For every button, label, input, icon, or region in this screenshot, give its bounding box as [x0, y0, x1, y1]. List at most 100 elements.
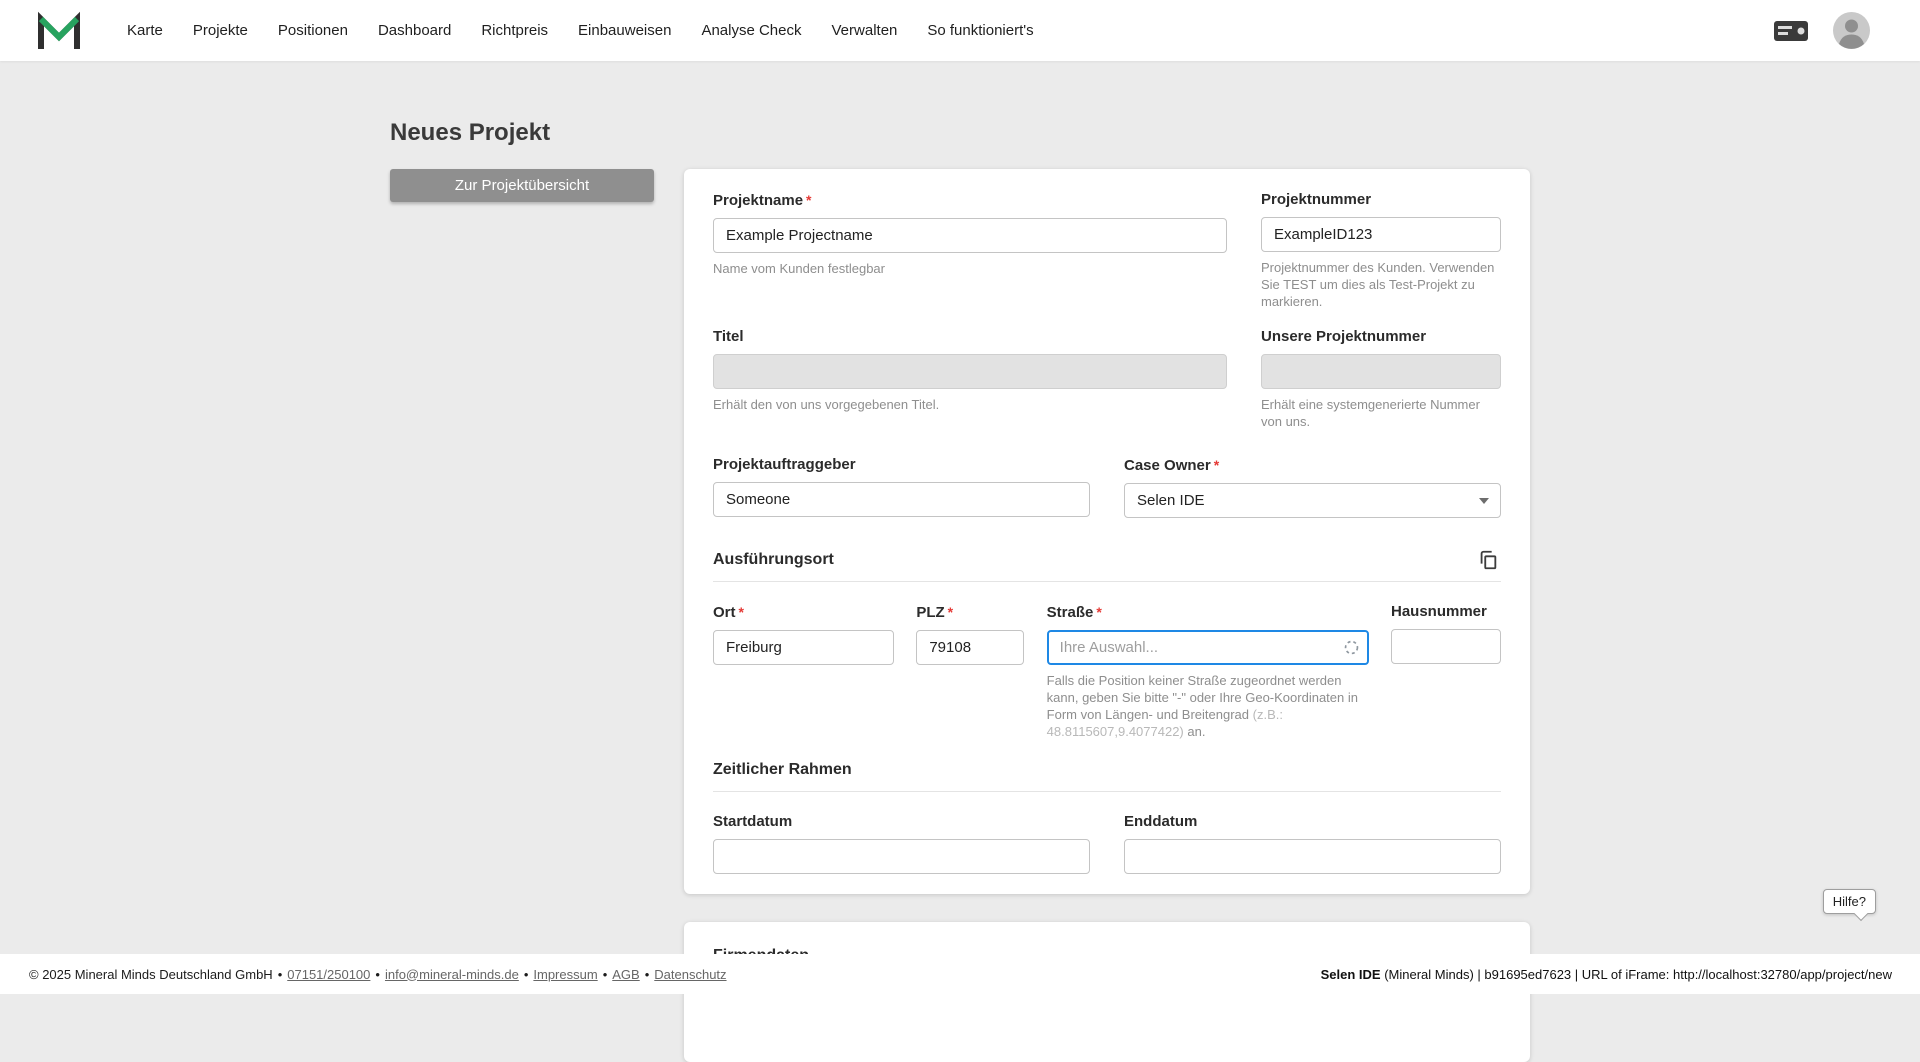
- ort-input[interactable]: [713, 630, 894, 665]
- hausnummer-label-text: Hausnummer: [1391, 603, 1487, 620]
- page-title: Neues Projekt: [390, 118, 1530, 148]
- hausnummer-label: Hausnummer: [1391, 603, 1501, 621]
- separator: •: [645, 967, 650, 982]
- ort-label-text: Ort: [713, 604, 736, 621]
- case-owner-label: Case Owner*: [1124, 456, 1501, 475]
- strasse-helper-suffix: an.: [1184, 724, 1206, 739]
- nav-item-karte[interactable]: Karte: [127, 22, 163, 39]
- separator: •: [375, 967, 380, 982]
- nav-item-verwalten[interactable]: Verwalten: [832, 22, 898, 39]
- case-owner-select[interactable]: Selen IDE: [1124, 483, 1501, 518]
- strasse-label: Straße*: [1047, 603, 1369, 622]
- section-ausfuehrungsort-header: Ausführungsort: [713, 548, 1501, 572]
- separator: •: [278, 967, 283, 982]
- strasse-helper-main: Falls die Position keiner Straße zugeord…: [1047, 673, 1358, 722]
- impressum-link[interactable]: Impressum: [533, 967, 597, 982]
- startdatum-label: Startdatum: [713, 813, 1090, 831]
- projektname-input[interactable]: [713, 218, 1227, 253]
- projektnummer-helper: Projektnummer des Kunden. Verwenden Sie …: [1261, 259, 1501, 310]
- section-zeitlicher-rahmen-title: Zeitlicher Rahmen: [713, 761, 852, 779]
- top-navigation-bar: Karte Projekte Positionen Dashboard Rich…: [0, 0, 1920, 61]
- enddatum-label-text: Enddatum: [1124, 813, 1197, 830]
- mineral-minds-logo-icon[interactable]: [37, 10, 81, 52]
- help-button-label: Hilfe?: [1833, 894, 1866, 909]
- chevron-down-icon: [1479, 498, 1489, 504]
- projektname-label: Projektname*: [713, 191, 1227, 210]
- form-row-name-number: Projektname* Name vom Kunden festlegbar …: [713, 191, 1501, 310]
- titel-label: Titel: [713, 328, 1227, 346]
- startdatum-label-text: Startdatum: [713, 813, 792, 830]
- projektauftraggeber-label-text: Projektauftraggeber: [713, 456, 856, 473]
- projektauftraggeber-label: Projektauftraggeber: [713, 456, 1090, 474]
- nav-item-so-funktionierts[interactable]: So funktioniert's: [927, 22, 1033, 39]
- plz-label: PLZ*: [916, 603, 1024, 622]
- plz-label-text: PLZ: [916, 604, 944, 621]
- hausnummer-input[interactable]: [1391, 629, 1501, 664]
- phone-link[interactable]: 07151/250100: [287, 967, 370, 982]
- projektnummer-label-text: Projektnummer: [1261, 191, 1371, 208]
- projektname-label-text: Projektname: [713, 192, 803, 209]
- footer: © 2025 Mineral Minds Deutschland GmbH • …: [0, 954, 1920, 994]
- required-asterisk: *: [806, 192, 811, 208]
- section-zeitlicher-rahmen-header: Zeitlicher Rahmen: [713, 758, 1501, 782]
- required-asterisk: *: [948, 604, 953, 620]
- enddatum-input[interactable]: [1124, 839, 1501, 874]
- section-divider: [713, 791, 1501, 792]
- back-to-projects-button[interactable]: Zur Projektübersicht: [390, 169, 654, 202]
- session-details: (Mineral Minds) | b91695ed7623 | URL of …: [1381, 967, 1892, 982]
- datenschutz-link[interactable]: Datenschutz: [654, 967, 726, 982]
- unsere-projektnummer-label-text: Unsere Projektnummer: [1261, 328, 1426, 345]
- unsere-projektnummer-helper: Erhält eine systemgenerierte Nummer von …: [1261, 396, 1501, 430]
- session-info: Selen IDE (Mineral Minds) | b91695ed7623…: [1321, 967, 1892, 982]
- strasse-helper: Falls die Position keiner Straße zugeord…: [1047, 672, 1369, 740]
- ort-label: Ort*: [713, 603, 894, 622]
- project-form-card: Projektname* Name vom Kunden festlegbar …: [684, 169, 1530, 894]
- enddatum-label: Enddatum: [1124, 813, 1501, 831]
- titel-input: [713, 354, 1227, 389]
- form-row-auftraggeber-owner: Projektauftraggeber Case Owner* Selen ID…: [713, 456, 1501, 518]
- nav-item-projekte[interactable]: Projekte: [193, 22, 248, 39]
- required-asterisk: *: [739, 604, 744, 620]
- projektauftraggeber-input[interactable]: [713, 482, 1090, 517]
- form-row-titel-unsere: Titel Erhält den von uns vorgegebenen Ti…: [713, 328, 1501, 430]
- help-button[interactable]: Hilfe?: [1823, 889, 1876, 914]
- separator: •: [524, 967, 529, 982]
- titel-helper: Erhält den von uns vorgegebenen Titel.: [713, 396, 1227, 413]
- plz-input[interactable]: [916, 630, 1024, 665]
- separator: •: [603, 967, 608, 982]
- session-user: Selen IDE: [1321, 967, 1381, 982]
- case-owner-label-text: Case Owner: [1124, 457, 1211, 474]
- copy-address-button[interactable]: [1475, 547, 1501, 573]
- card-reader-icon[interactable]: [1773, 19, 1809, 43]
- logo-graphic: [37, 10, 81, 52]
- email-link[interactable]: info@mineral-minds.de: [385, 967, 519, 982]
- copyright-text: © 2025 Mineral Minds Deutschland GmbH: [29, 967, 273, 982]
- loading-spinner-icon: [1343, 639, 1360, 656]
- required-asterisk: *: [1214, 457, 1219, 473]
- unsere-projektnummer-input: [1261, 354, 1501, 389]
- titel-label-text: Titel: [713, 328, 744, 345]
- required-asterisk: *: [1096, 604, 1101, 620]
- nav-item-einbauweisen[interactable]: Einbauweisen: [578, 22, 671, 39]
- section-ausfuehrungsort-title: Ausführungsort: [713, 551, 834, 569]
- case-owner-selected-value: Selen IDE: [1124, 483, 1501, 518]
- nav-item-richtpreis[interactable]: Richtpreis: [481, 22, 548, 39]
- nav-item-positionen[interactable]: Positionen: [278, 22, 348, 39]
- copy-icon: [1477, 549, 1499, 571]
- nav-item-dashboard[interactable]: Dashboard: [378, 22, 451, 39]
- projektnummer-input[interactable]: [1261, 217, 1501, 252]
- form-row-dates: Startdatum Enddatum: [713, 813, 1501, 874]
- projektname-helper: Name vom Kunden festlegbar: [713, 260, 1227, 277]
- strasse-input[interactable]: [1047, 630, 1369, 665]
- footer-left: © 2025 Mineral Minds Deutschland GmbH • …: [29, 967, 727, 982]
- agb-link[interactable]: AGB: [612, 967, 639, 982]
- main-content: Neues Projekt Zur Projektübersicht Proje…: [0, 118, 1920, 1062]
- section-divider: [713, 581, 1501, 582]
- topbar-right: [1773, 12, 1870, 49]
- startdatum-input[interactable]: [713, 839, 1090, 874]
- form-row-address: Ort* PLZ* Straße*: [713, 603, 1501, 740]
- nav-item-analyse-check[interactable]: Analyse Check: [701, 22, 801, 39]
- strasse-label-text: Straße: [1047, 604, 1094, 621]
- user-avatar[interactable]: [1833, 12, 1870, 49]
- unsere-projektnummer-label: Unsere Projektnummer: [1261, 328, 1501, 346]
